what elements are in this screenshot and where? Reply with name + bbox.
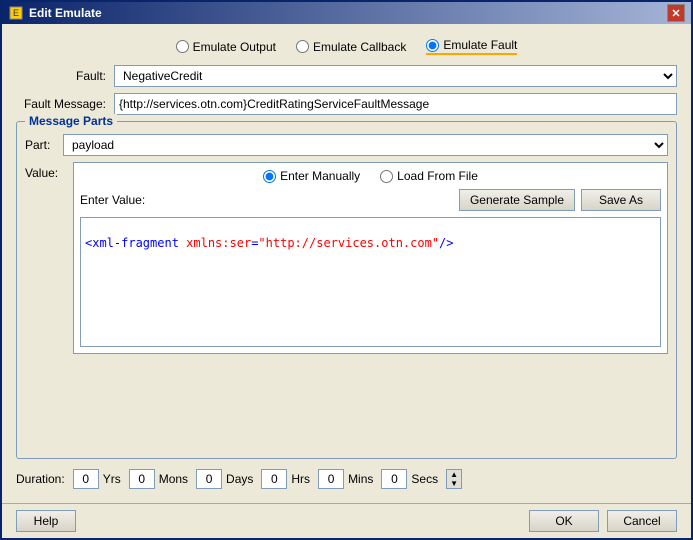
enter-manually-radio[interactable]: Enter Manually [263,169,360,183]
part-label: Part: [25,138,55,152]
value-inner-panel: Enter Manually Load From File Enter Valu… [73,162,668,354]
edit-emulate-window: E Edit Emulate ✕ Emulate Output Emulate … [0,0,693,540]
duration-secs-input[interactable] [381,469,407,489]
duration-mons-input[interactable] [129,469,155,489]
duration-hrs-input[interactable] [261,469,287,489]
duration-days-input[interactable] [196,469,222,489]
enter-value-label: Enter Value: [80,193,145,207]
part-dropdown[interactable]: payload [63,134,668,156]
duration-yrs-input[interactable] [73,469,99,489]
svg-text:E: E [13,8,19,18]
top-radio-group: Emulate Output Emulate Callback Emulate … [16,34,677,59]
duration-hrs-unit: Hrs [291,472,310,486]
duration-mins-unit: Mins [348,472,373,486]
fault-message-label: Fault Message: [16,97,106,111]
fault-row: Fault: NegativeCredit [16,65,677,87]
duration-days-unit: Days [226,472,253,486]
fault-dropdown-wrapper: NegativeCredit [114,65,677,87]
value-label: Value: [25,162,65,180]
duration-spinner[interactable]: ▲ ▼ [446,469,462,489]
cancel-button[interactable]: Cancel [607,510,677,532]
footer: Help OK Cancel [2,503,691,538]
footer-right: OK Cancel [529,510,677,532]
load-from-file-radio[interactable]: Load From File [380,169,478,183]
message-parts-title: Message Parts [25,114,117,128]
part-dropdown-wrapper: payload [63,134,668,156]
spinner-up[interactable]: ▲ [447,470,461,479]
duration-mins-input[interactable] [318,469,344,489]
window-title: Edit Emulate [29,6,102,20]
message-parts-group: Message Parts Part: payload Value: [16,121,677,459]
duration-secs-unit: Secs [411,472,438,486]
spinner-down[interactable]: ▼ [447,479,461,488]
xml-attr: xmlns:ser [186,236,251,250]
save-as-button[interactable]: Save As [581,189,661,211]
ok-button[interactable]: OK [529,510,599,532]
fault-message-row: Fault Message: [16,93,677,115]
fault-dropdown[interactable]: NegativeCredit [114,65,677,87]
xml-close: /> [439,236,453,250]
part-row: Part: payload [25,134,668,156]
load-from-file-label: Load From File [397,169,478,183]
duration-label: Duration: [16,472,65,486]
xml-val: "http://services.otn.com" [258,236,439,250]
emulate-callback-radio[interactable]: Emulate Callback [296,38,406,55]
duration-row: Duration: Yrs Mons Days Hrs Mins Secs ▲ … [16,465,677,493]
close-button[interactable]: ✕ [667,4,685,22]
enter-manually-label: Enter Manually [280,169,360,183]
emulate-output-label: Emulate Output [193,40,276,54]
generate-sample-button[interactable]: Generate Sample [459,189,575,211]
duration-mons-unit: Mons [159,472,188,486]
fault-label: Fault: [16,69,106,83]
value-row: Value: Enter Manually Load From File [25,162,668,450]
help-button[interactable]: Help [16,510,76,532]
input-mode-radio-group: Enter Manually Load From File [80,169,661,183]
enter-value-row: Enter Value: Generate Sample Save As [80,189,661,211]
emulate-fault-radio[interactable]: Emulate Fault [426,38,517,55]
xml-tag: <xml-fragment [85,236,179,250]
emulate-output-radio[interactable]: Emulate Output [176,38,276,55]
window-icon: E [8,5,24,21]
xml-editor[interactable]: <xml-fragment xmlns:ser="http://services… [80,217,661,347]
value-buttons: Generate Sample Save As [459,189,661,211]
duration-yrs-unit: Yrs [103,472,121,486]
emulate-fault-label: Emulate Fault [443,38,517,52]
emulate-callback-label: Emulate Callback [313,40,406,54]
title-bar: E Edit Emulate ✕ [2,2,691,24]
fault-message-input[interactable] [114,93,677,115]
